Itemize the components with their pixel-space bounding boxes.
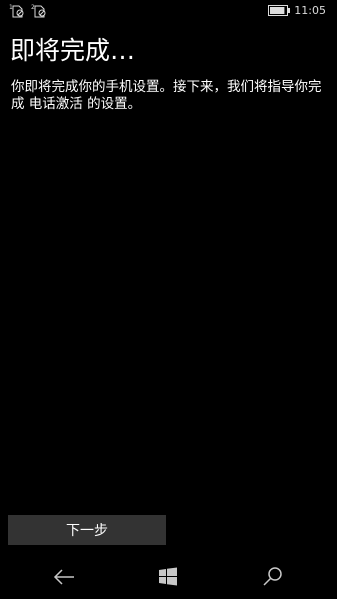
setup-description: 你即将完成你的手机设置。接下来，我们将指导你完成 电话激活 的设置。 (11, 79, 322, 112)
sim-2-no-service-icon: 2 (31, 4, 46, 18)
windows-start-icon[interactable] (156, 565, 180, 589)
battery-icon (268, 5, 290, 16)
clock: 11:05 (294, 4, 326, 17)
page-title: 即将完成… (10, 36, 136, 65)
search-icon[interactable] (261, 565, 285, 589)
svg-text:1: 1 (9, 4, 13, 11)
next-button[interactable]: 下一步 (8, 515, 166, 545)
navigation-bar (0, 555, 337, 599)
svg-text:2: 2 (31, 4, 35, 11)
back-arrow-icon[interactable] (52, 565, 76, 589)
sim-1-no-service-icon: 1 (9, 4, 24, 18)
status-bar: 1 2 11:05 (0, 0, 337, 22)
